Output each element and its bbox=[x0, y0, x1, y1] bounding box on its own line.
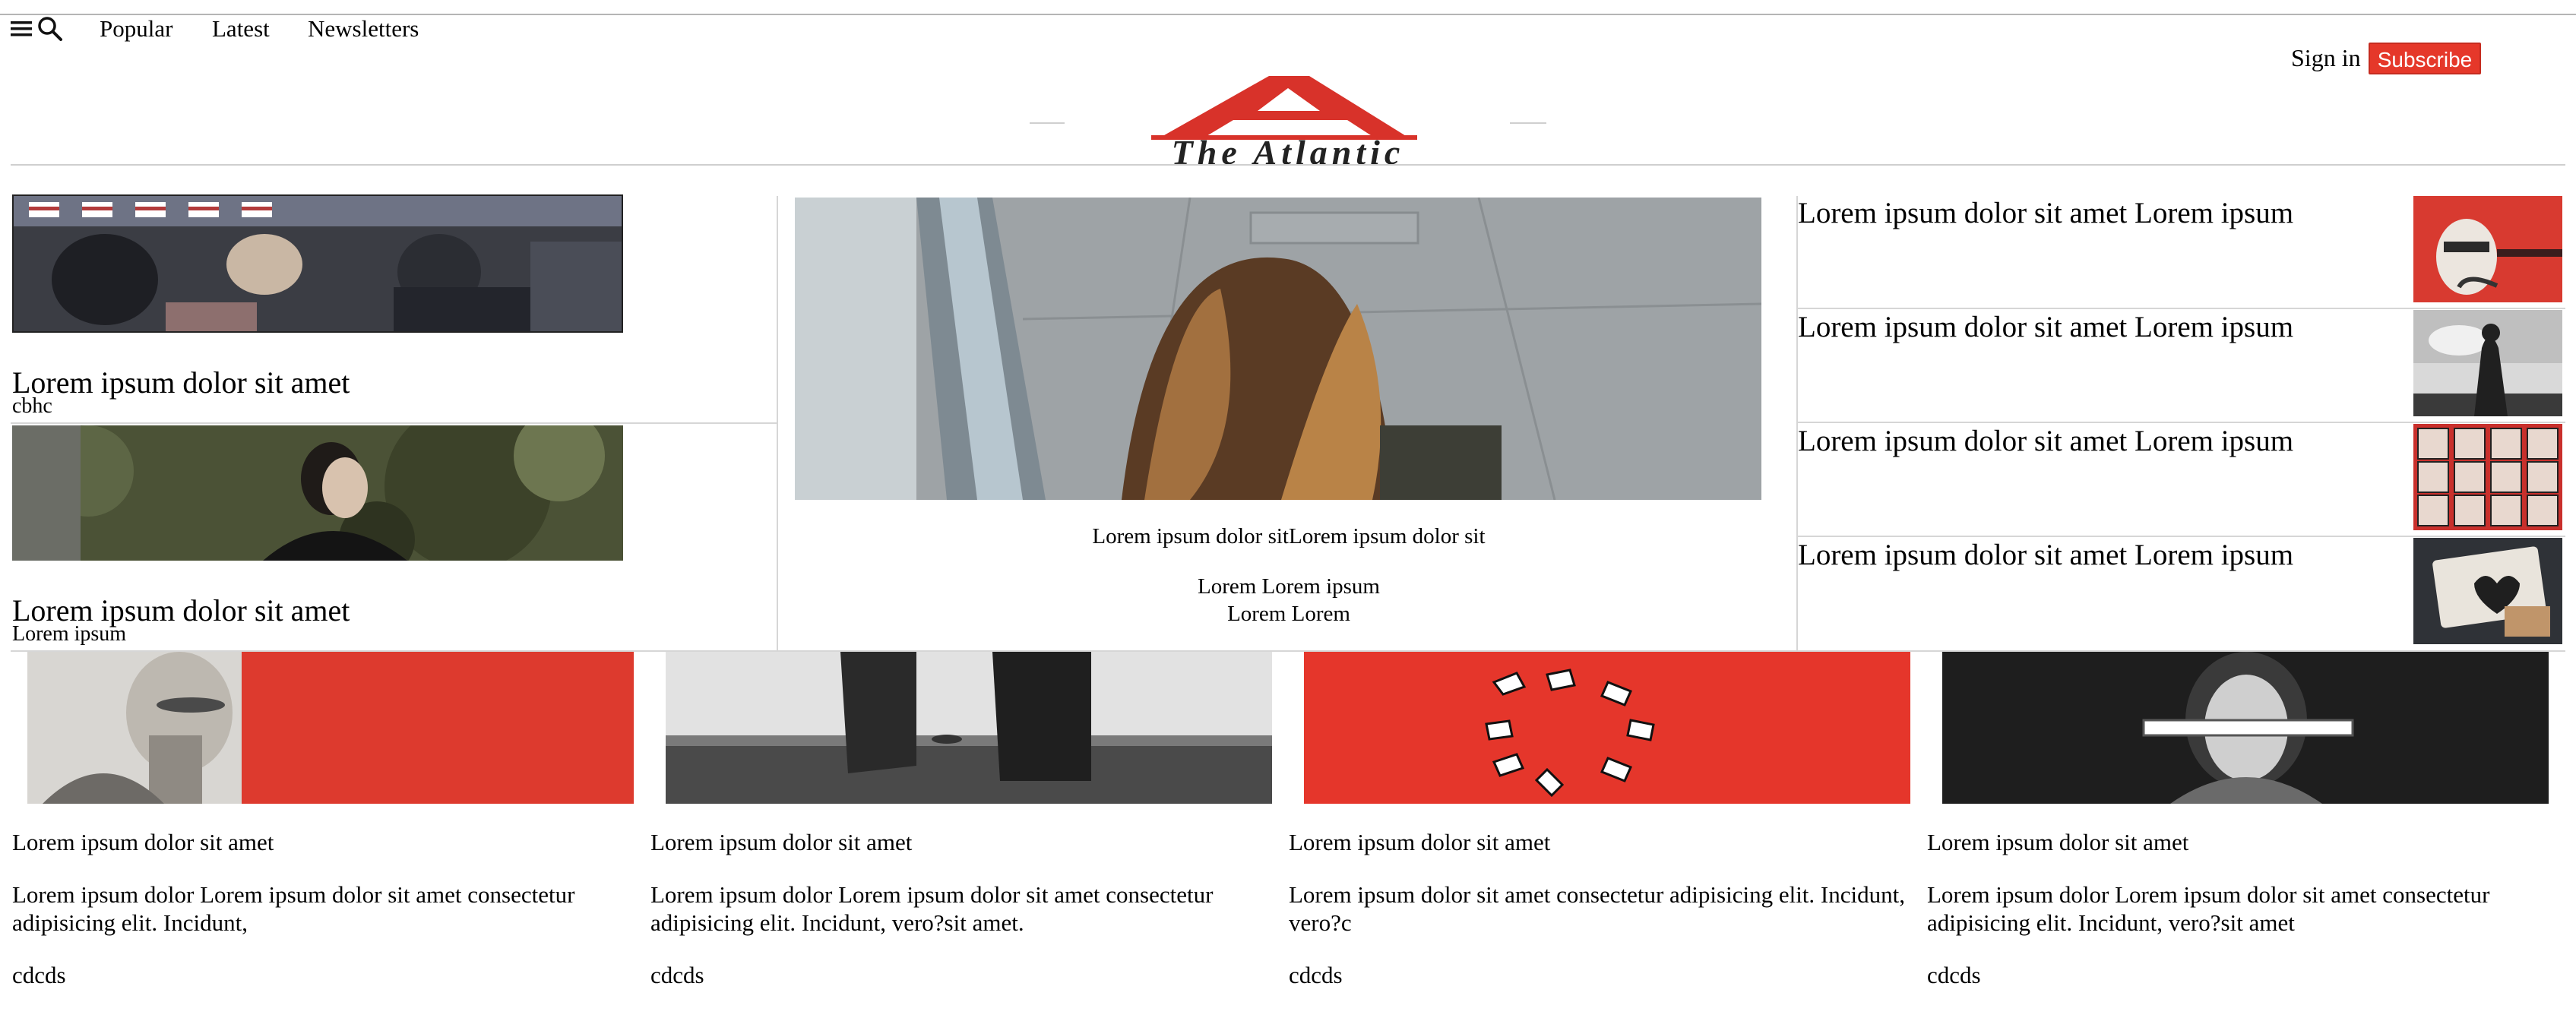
left-story-image-2[interactable] bbox=[12, 425, 623, 561]
header-divider bbox=[11, 164, 2565, 166]
card-footer-4: cdcds bbox=[1927, 962, 1981, 988]
card-footer-3: cdcds bbox=[1289, 962, 1343, 988]
card-image-1[interactable] bbox=[27, 652, 634, 804]
center-story-title[interactable]: Lorem ipsum dolor sitLorem ipsum dolor s… bbox=[795, 523, 1783, 551]
sign-in-link[interactable]: Sign in bbox=[2291, 43, 2361, 73]
card-body-1: Lorem ipsum dolor Lorem ipsum dolor sit … bbox=[12, 881, 575, 936]
left-story-divider bbox=[11, 422, 777, 424]
nav-link-newsletters[interactable]: Newsletters bbox=[308, 14, 419, 44]
search-icon[interactable] bbox=[36, 15, 64, 43]
center-story-image[interactable] bbox=[795, 198, 1761, 500]
center-story-line-1: Lorem Lorem ipsum bbox=[1197, 574, 1380, 599]
card-title-1[interactable]: Lorem ipsum dolor sit amet bbox=[12, 828, 274, 857]
right-list-divider-1 bbox=[1798, 308, 2565, 309]
nav-link-popular[interactable]: Popular bbox=[100, 14, 172, 44]
right-list-thumb-1[interactable] bbox=[2413, 196, 2562, 302]
card-image-2[interactable] bbox=[666, 652, 1272, 804]
nav-link-latest[interactable]: Latest bbox=[212, 14, 270, 44]
menu-icon[interactable] bbox=[11, 19, 33, 39]
card-footer-2: cdcds bbox=[650, 962, 704, 988]
left-story-sub-2: Lorem ipsum bbox=[12, 622, 127, 646]
subscribe-button[interactable]: Subscribe bbox=[2369, 43, 2481, 74]
card-footer-1: cdcds bbox=[12, 962, 66, 988]
right-list-thumb-3[interactable] bbox=[2413, 424, 2562, 530]
right-list-title-1[interactable]: Lorem ipsum dolor sit amet Lorem ipsum bbox=[1798, 196, 2406, 231]
card-body-4: Lorem ipsum dolor Lorem ipsum dolor sit … bbox=[1927, 881, 2490, 936]
column-divider-left bbox=[777, 196, 778, 652]
right-list-thumb-2[interactable] bbox=[2413, 310, 2562, 416]
card-title-2[interactable]: Lorem ipsum dolor sit amet bbox=[650, 828, 912, 857]
card-image-4[interactable] bbox=[1942, 652, 2549, 804]
right-list-title-2[interactable]: Lorem ipsum dolor sit amet Lorem ipsum bbox=[1798, 310, 2406, 345]
right-list-divider-3 bbox=[1798, 536, 2565, 537]
card-image-3[interactable] bbox=[1304, 652, 1910, 804]
left-story-sub-1: cbhc bbox=[12, 394, 52, 418]
right-list-divider-2 bbox=[1798, 422, 2565, 423]
nav-icons bbox=[11, 15, 64, 43]
right-list-title-3[interactable]: Lorem ipsum dolor sit amet Lorem ipsum bbox=[1798, 424, 2406, 459]
left-story-headline-1[interactable]: Lorem ipsum dolor sit amet bbox=[12, 365, 350, 401]
left-story-image-1[interactable] bbox=[12, 194, 623, 333]
right-list-title-4[interactable]: Lorem ipsum dolor sit amet Lorem ipsum bbox=[1798, 538, 2406, 573]
svg-text:The Atlantic: The Atlantic bbox=[1172, 133, 1405, 167]
right-list-thumb-4[interactable] bbox=[2413, 538, 2562, 644]
card-title-4[interactable]: Lorem ipsum dolor sit amet bbox=[1927, 828, 2188, 857]
site-logo[interactable]: The Atlantic bbox=[1030, 74, 1546, 172]
card-body-3: Lorem ipsum dolor sit amet consectetur a… bbox=[1289, 881, 1905, 936]
card-title-3[interactable]: Lorem ipsum dolor sit amet bbox=[1289, 828, 1550, 857]
card-body-2: Lorem ipsum dolor Lorem ipsum dolor sit … bbox=[650, 881, 1214, 936]
center-story-line-2: Lorem Lorem bbox=[1227, 602, 1350, 626]
